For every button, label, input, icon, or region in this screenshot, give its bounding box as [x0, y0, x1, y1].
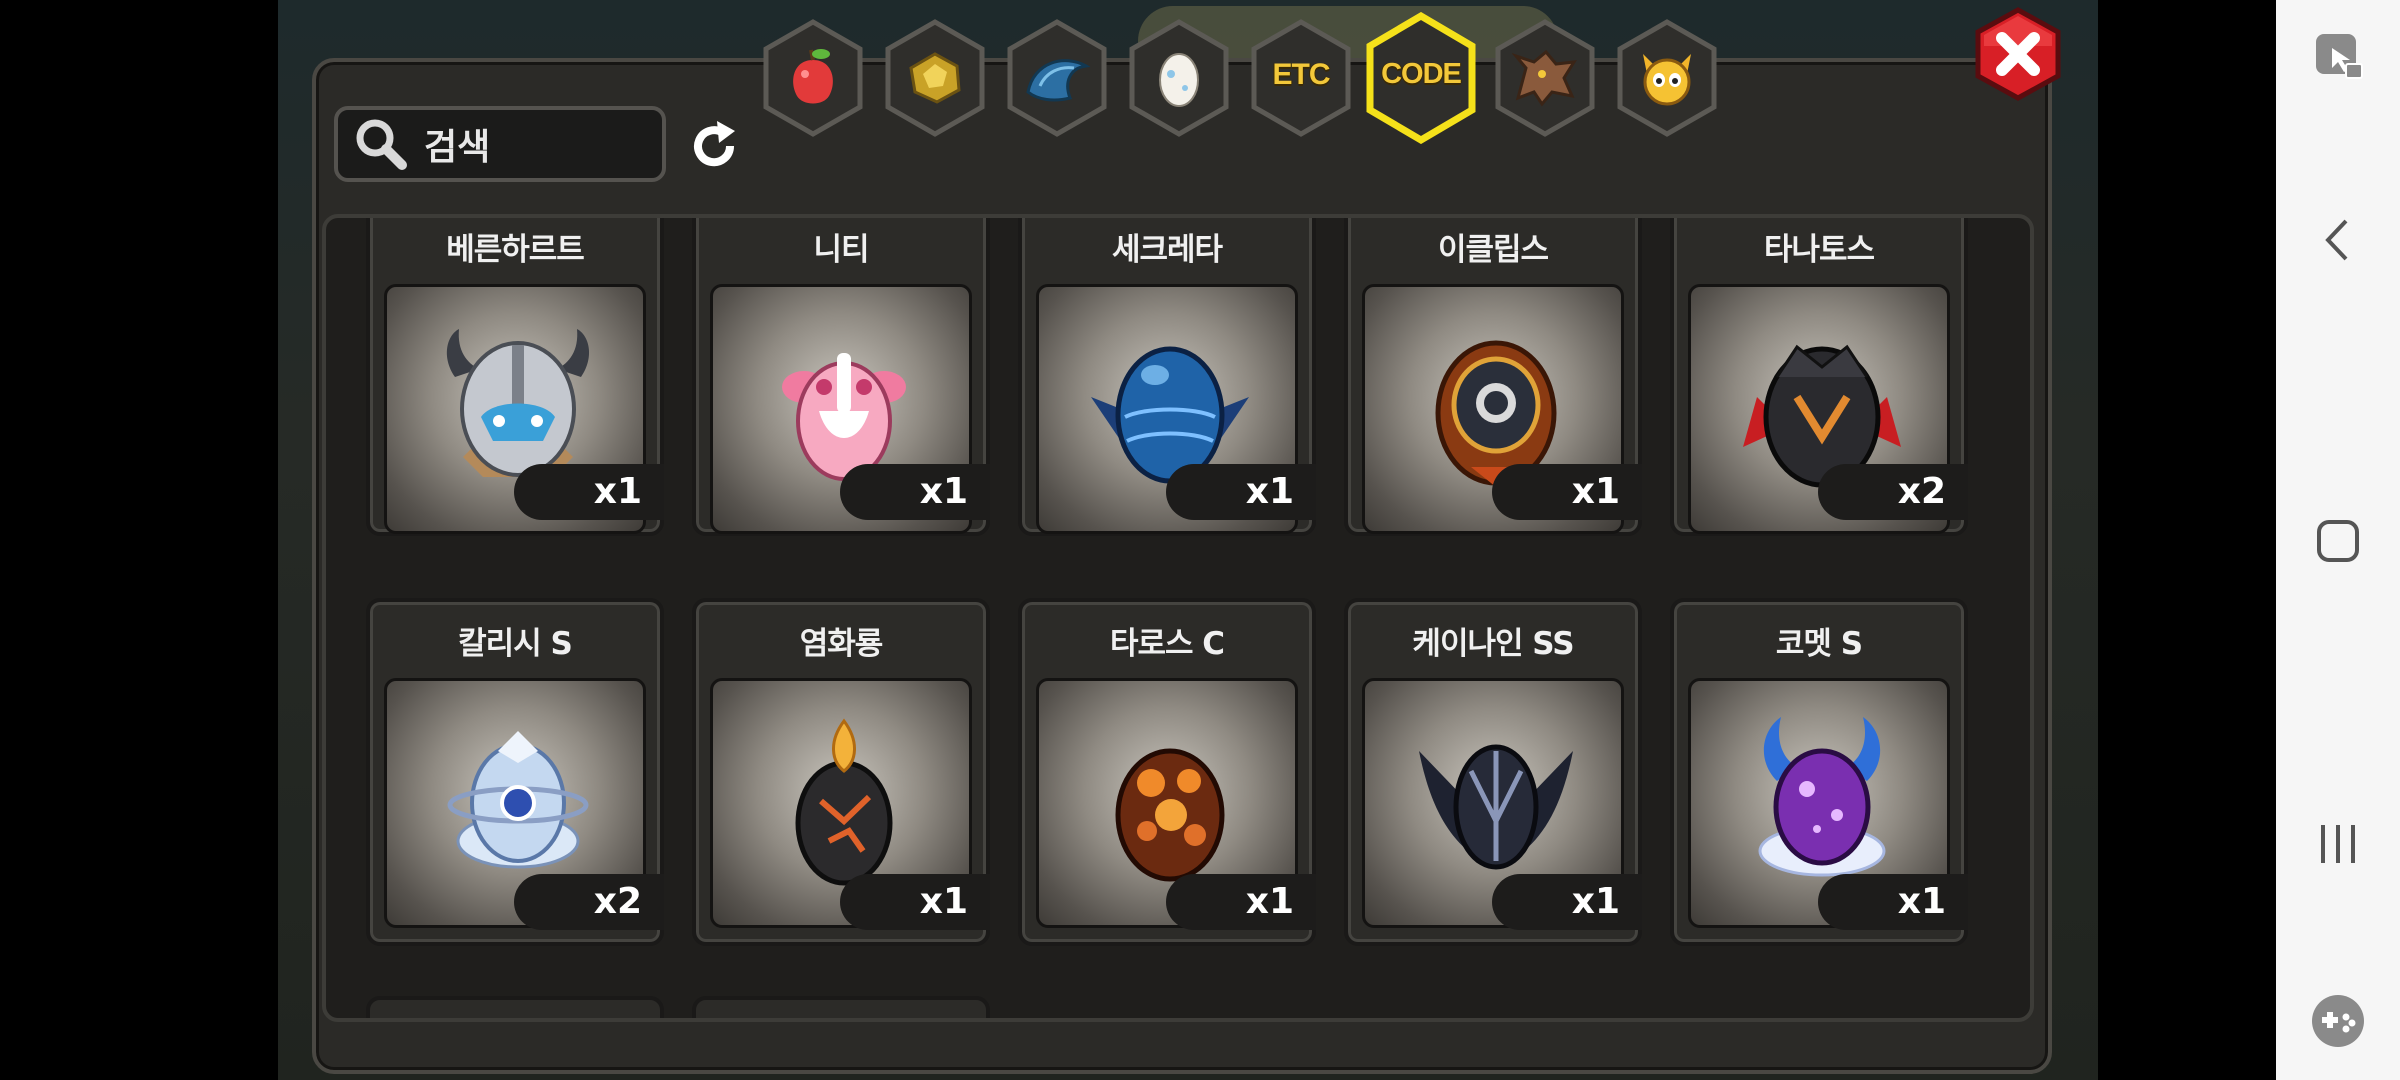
home-icon: [2317, 520, 2359, 562]
back-button[interactable]: [2302, 204, 2374, 276]
pet-face-icon: [1643, 54, 1691, 106]
flame-egg-icon: [795, 718, 893, 886]
tab-fruit[interactable]: [760, 18, 866, 138]
item-name: 이클립스: [1437, 232, 1549, 268]
recents-icon: [2321, 825, 2355, 863]
item-name: 코멧 S: [1775, 626, 1863, 662]
tab-code-label: CODE: [1381, 58, 1462, 90]
item-quantity: x1: [1166, 874, 1316, 930]
tab-etc-label: ETC: [1272, 58, 1331, 91]
item-name: 타나토스: [1763, 232, 1875, 268]
item-card[interactable]: 타나토스 x2: [1670, 218, 1968, 536]
item-quantity: x2: [514, 874, 664, 930]
game-tools-icon: [2312, 995, 2364, 1047]
search-field[interactable]: 검색: [334, 106, 666, 182]
tab-ore[interactable]: [882, 18, 988, 138]
item-card[interactable]: [366, 996, 664, 1018]
fruit-icon: [793, 49, 833, 104]
item-name: 베른하르트: [446, 232, 585, 268]
item-card[interactable]: 칼리시 S x2: [366, 598, 664, 946]
item-quantity: x1: [840, 464, 990, 520]
item-name: 니티: [813, 232, 869, 268]
item-card[interactable]: 코멧 S x1: [1670, 598, 1968, 946]
game-tools-button[interactable]: [2302, 985, 2374, 1057]
home-button[interactable]: [2302, 505, 2374, 577]
tab-code[interactable]: CODE: [1364, 12, 1478, 144]
item-quantity: x1: [840, 874, 990, 930]
game-touch-lock-icon: [2316, 34, 2363, 79]
item-card[interactable]: 세크레타 x1: [1018, 218, 1316, 536]
dragon-head-icon: [1512, 49, 1577, 107]
crystal-egg-icon: [447, 731, 589, 869]
search-label: 검색: [424, 127, 491, 168]
item-name: 세크레타: [1111, 232, 1223, 268]
lava-egg-icon: [1115, 748, 1225, 882]
dragon-scale-icon: [1026, 59, 1090, 102]
tab-pet[interactable]: [1614, 18, 1720, 138]
close-button[interactable]: [1972, 6, 2064, 102]
recents-button[interactable]: [2302, 808, 2374, 880]
item-grid[interactable]: 베른하르트 x1 니티 x1 세크레타 x1 이클립스 x1 타나토스 x2 칼…: [322, 214, 2034, 1022]
shadow-egg-icon: [1419, 744, 1573, 870]
close-icon: [1975, 7, 2061, 101]
item-card[interactable]: 니티 x1: [692, 218, 990, 536]
item-card[interactable]: [692, 996, 990, 1018]
tab-etc[interactable]: ETC: [1248, 18, 1354, 138]
egg-icon: [1159, 53, 1199, 107]
system-navigation-bar: [2276, 0, 2400, 1080]
item-name: 케이나인 SS: [1412, 626, 1574, 662]
search-icon: [356, 119, 407, 170]
item-quantity: x1: [1492, 874, 1642, 930]
item-card[interactable]: 케이나인 SS x1: [1344, 598, 1642, 946]
item-quantity: x2: [1818, 464, 1968, 520]
tab-dragon[interactable]: [1492, 18, 1598, 138]
item-name: 칼리시 S: [458, 626, 573, 662]
refresh-button[interactable]: [684, 116, 744, 176]
item-card[interactable]: 이클립스 x1: [1344, 218, 1642, 536]
item-quantity: x1: [1166, 464, 1316, 520]
refresh-icon: [694, 121, 735, 167]
tab-scale[interactable]: [1004, 18, 1110, 138]
item-card[interactable]: 베른하르트 x1: [366, 218, 664, 536]
item-name: 염화룡: [799, 626, 884, 662]
back-icon: [2325, 219, 2348, 261]
item-quantity: x1: [1818, 874, 1968, 930]
tab-egg[interactable]: [1126, 18, 1232, 138]
purple-comet-egg-icon: [1758, 717, 1886, 877]
gold-ore-icon: [909, 52, 961, 104]
item-quantity: x1: [1492, 464, 1642, 520]
game-touch-lock-button[interactable]: [2302, 20, 2374, 92]
item-card[interactable]: 염화룡 x1: [692, 598, 990, 946]
item-quantity: x1: [514, 464, 664, 520]
item-name: 타로스 C: [1109, 626, 1225, 662]
item-card[interactable]: 타로스 C x1: [1018, 598, 1316, 946]
